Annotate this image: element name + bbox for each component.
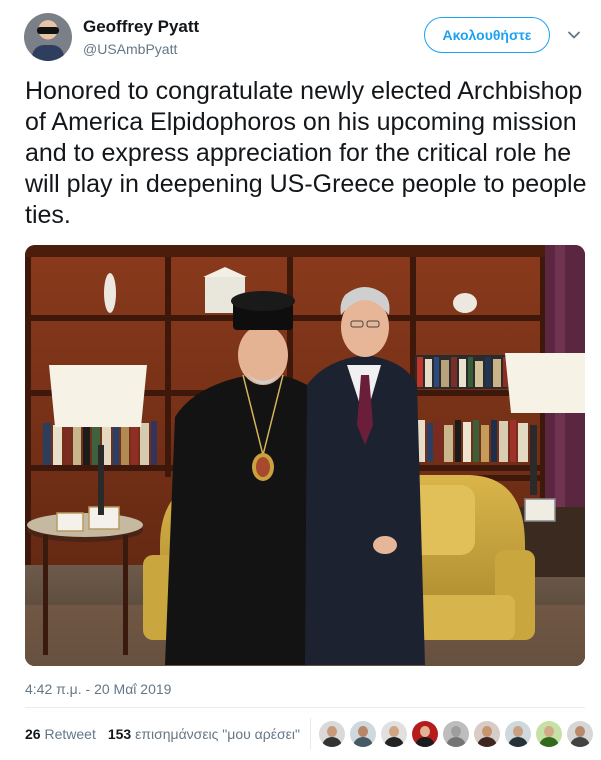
- tweet-stats: 26 Retweet 153 επισημάνσεις "μου αρέσει": [25, 726, 300, 742]
- liker-avatar-body: [353, 737, 373, 747]
- retweet-count: 26: [25, 726, 41, 742]
- photo-illustration: [25, 245, 585, 666]
- liker-avatar-body: [570, 737, 590, 747]
- liker-avatar-face: [482, 726, 492, 737]
- liker-avatar[interactable]: [381, 721, 407, 747]
- avatar-shirt: [32, 45, 64, 61]
- liker-avatar-face: [420, 726, 430, 737]
- liker-avatar-body: [415, 737, 435, 747]
- tweet-timestamp[interactable]: 4:42 π.μ. - 20 Μαΐ 2019: [25, 681, 171, 697]
- liker-avatar[interactable]: [412, 721, 438, 747]
- avatar[interactable]: [24, 13, 72, 61]
- liker-avatar[interactable]: [443, 721, 469, 747]
- like-stat[interactable]: 153 επισημάνσεις "μου αρέσει": [108, 726, 300, 742]
- author-name[interactable]: Geoffrey Pyatt: [83, 17, 199, 37]
- like-count: 153: [107, 726, 132, 742]
- liker-avatar-face: [389, 726, 399, 737]
- liker-avatar-face: [575, 726, 585, 737]
- liker-avatar-body: [477, 737, 497, 747]
- liker-avatar-body: [446, 737, 466, 747]
- avatar-sunglasses: [37, 27, 59, 34]
- retweet-label: Retweet: [44, 726, 96, 742]
- liker-avatar[interactable]: [536, 721, 562, 747]
- likers-divider: [310, 718, 311, 750]
- liker-avatar-body: [508, 737, 528, 747]
- liker-avatar[interactable]: [474, 721, 500, 747]
- chevron-down-icon[interactable]: [567, 28, 581, 42]
- author-handle[interactable]: @USAmbPyatt: [83, 41, 177, 57]
- liker-avatar-body: [322, 737, 342, 747]
- liker-avatars: [319, 721, 598, 749]
- liker-avatar-body: [539, 737, 559, 747]
- liker-avatar[interactable]: [567, 721, 593, 747]
- retweet-stat[interactable]: 26 Retweet: [25, 726, 96, 742]
- tweet-header: Geoffrey Pyatt @USAmbPyatt Ακολουθήστε: [24, 13, 584, 65]
- follow-button[interactable]: Ακολουθήστε: [424, 17, 550, 53]
- tweet-photo[interactable]: [25, 245, 585, 666]
- liker-avatar-face: [327, 726, 337, 737]
- liker-avatar-body: [384, 737, 404, 747]
- liker-avatar-face: [513, 726, 523, 737]
- liker-avatar-face: [544, 726, 554, 737]
- divider: [25, 707, 585, 708]
- liker-avatar[interactable]: [350, 721, 376, 747]
- tweet-text: Honored to congratulate newly elected Ar…: [25, 77, 587, 229]
- liker-avatar-face: [358, 726, 368, 737]
- liker-avatar[interactable]: [319, 721, 345, 747]
- liker-avatar[interactable]: [505, 721, 531, 747]
- liker-avatar-face: [451, 726, 461, 737]
- like-label: επισημάνσεις "μου αρέσει": [135, 726, 300, 742]
